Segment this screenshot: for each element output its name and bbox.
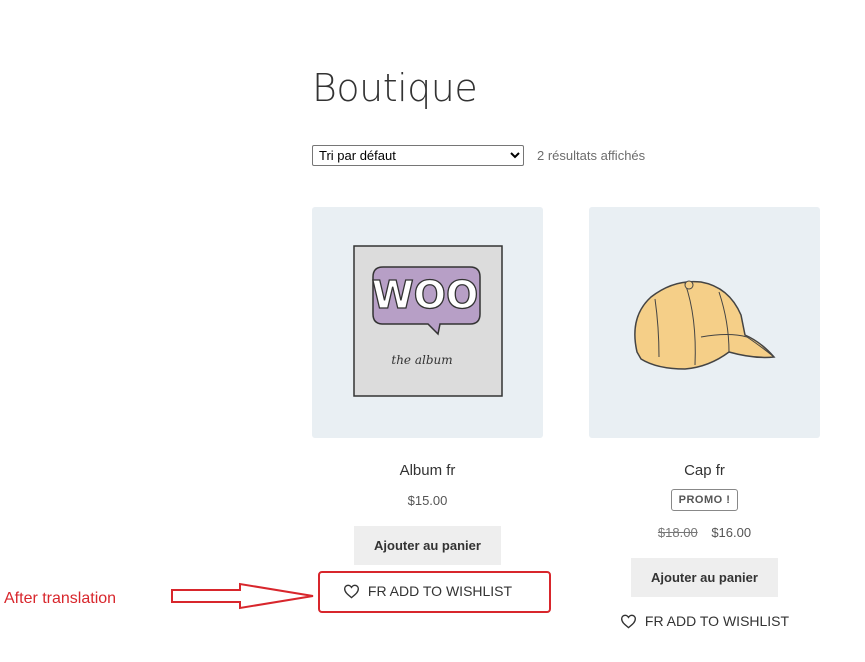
old-price: $18.00: [657, 525, 698, 540]
product-card-cap: Cap fr PROMO ! $18.00 $16.00 Ajouter au …: [589, 207, 820, 629]
promo-badge: PROMO !: [670, 489, 739, 511]
woo-logo-label: WOO: [372, 273, 479, 317]
heart-icon: [620, 614, 636, 629]
product-image[interactable]: WOO WOO the album: [312, 207, 543, 438]
product-price: $15.00: [312, 493, 543, 508]
current-price: $15.00: [407, 493, 448, 508]
annotation-text: After translation: [4, 590, 117, 607]
product-title[interactable]: Cap fr: [589, 462, 820, 479]
cap-icon: [634, 280, 776, 370]
annotation-highlight-box: [318, 571, 551, 613]
page-title: Boutique: [312, 66, 478, 110]
woo-album-icon: WOO WOO the album: [353, 245, 503, 397]
result-count: 2 résultats affichés: [537, 148, 646, 163]
product-price: $18.00 $16.00: [589, 525, 820, 540]
add-to-cart-button[interactable]: Ajouter au panier: [354, 526, 501, 565]
add-to-wishlist-link[interactable]: FR ADD TO WISHLIST: [589, 613, 820, 629]
current-price: $16.00: [711, 525, 752, 540]
annotation-arrow-icon: [171, 582, 314, 610]
wishlist-label: FR ADD TO WISHLIST: [644, 613, 790, 629]
sort-select[interactable]: Tri par défaut: [312, 145, 524, 166]
album-caption: the album: [391, 353, 452, 367]
add-to-cart-button[interactable]: Ajouter au panier: [631, 558, 778, 597]
product-title[interactable]: Album fr: [312, 462, 543, 479]
shop-toolbar: Tri par défaut 2 résultats affichés: [312, 145, 645, 166]
product-image[interactable]: [589, 207, 820, 438]
product-card-album: WOO WOO the album Album fr $15.00 Ajoute…: [312, 207, 543, 599]
